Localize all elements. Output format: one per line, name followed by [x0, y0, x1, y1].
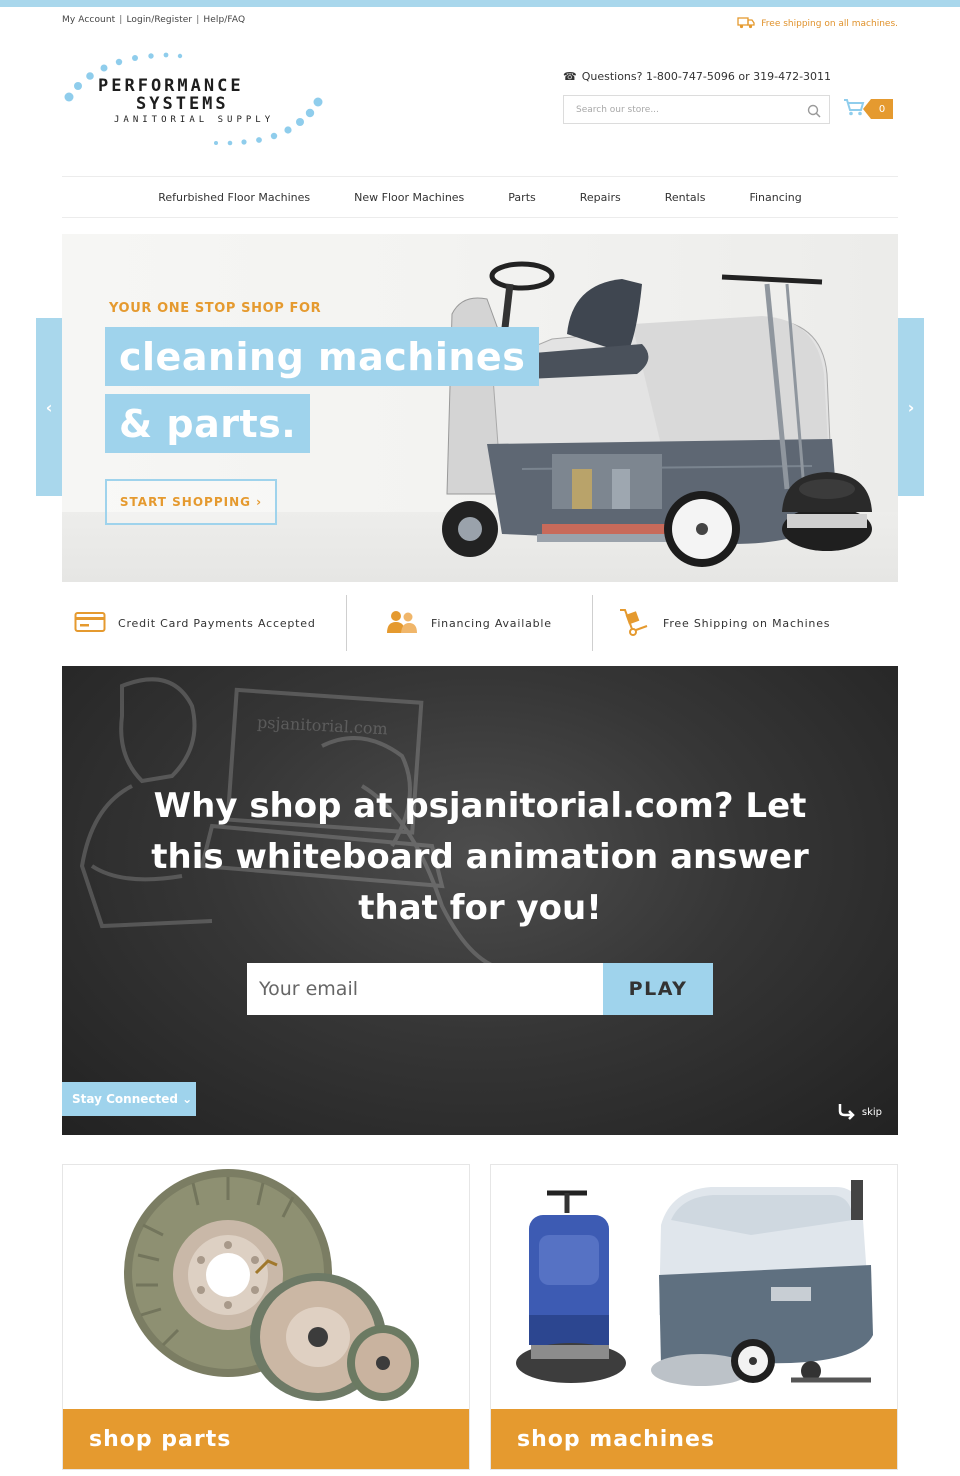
skip-button[interactable]: skip — [836, 1102, 882, 1123]
feature-credit-card: Credit Card Payments Accepted — [62, 595, 346, 651]
features-row: Credit Card Payments Accepted Financing … — [62, 594, 898, 652]
shop-parts-card[interactable]: shop parts — [62, 1164, 470, 1470]
logo-text-performance: PERFORMANCE — [98, 76, 244, 96]
hand-truck-icon — [617, 607, 651, 640]
nav-parts[interactable]: Parts — [486, 191, 557, 204]
whiteboard-video-player[interactable]: psjanitorial.com Why shop at psjanitoria… — [62, 666, 898, 1135]
credit-card-icon — [74, 611, 106, 636]
feature-credit-card-label: Credit Card Payments Accepted — [118, 616, 316, 630]
nav-rentals[interactable]: Rentals — [643, 191, 728, 204]
hero-eyebrow: YOUR ONE STOP SHOP FOR — [109, 301, 322, 316]
site-logo[interactable]: PERFORMANCE SYSTEMS JANITORIAL SUPPLY — [60, 50, 325, 150]
search-input[interactable] — [564, 96, 794, 123]
my-account-link[interactable]: My Account — [62, 15, 115, 25]
phone-icon: ☎ — [563, 70, 577, 83]
hero-headline-line2: & parts. — [105, 394, 311, 453]
contact-phone-text: Questions? 1-800-747-5096 or 319-472-301… — [581, 70, 832, 83]
nav-financing[interactable]: Financing — [727, 191, 823, 204]
logo-text-systems: SYSTEMS — [136, 94, 229, 114]
search-icon[interactable] — [807, 103, 821, 118]
cart[interactable]: 0 — [843, 98, 893, 120]
help-faq-link[interactable]: Help/FAQ — [203, 15, 245, 25]
start-shopping-button[interactable]: START SHOPPING › — [105, 479, 277, 525]
video-email-form: PLAY — [247, 963, 713, 1015]
ride-on-scrubber-image — [442, 261, 872, 567]
skip-label: skip — [861, 1107, 882, 1118]
people-icon — [385, 610, 419, 637]
nav-refurbished-floor-machines[interactable]: Refurbished Floor Machines — [136, 191, 332, 204]
truck-icon — [737, 16, 755, 32]
hero-next-arrow[interactable]: › — [898, 318, 924, 496]
feature-financing: Financing Available — [347, 595, 592, 651]
feature-financing-label: Financing Available — [431, 616, 552, 630]
shop-machines-label[interactable]: shop machines — [491, 1409, 897, 1469]
feature-free-shipping-label: Free Shipping on Machines — [663, 616, 831, 630]
utility-links: My Account | Login/Register | Help/FAQ — [62, 15, 245, 25]
email-field[interactable] — [247, 963, 603, 1015]
login-register-link[interactable]: Login/Register — [126, 15, 192, 25]
hero-banner: YOUR ONE STOP SHOP FOR cleaning machines… — [62, 234, 898, 582]
top-accent-strip — [0, 0, 960, 7]
cart-count-badge: 0 — [863, 99, 893, 119]
hero-headline-line1-text: cleaning machines — [119, 334, 526, 379]
main-nav: Refurbished Floor Machines New Floor Mac… — [62, 176, 898, 218]
shop-parts-label[interactable]: shop parts — [63, 1409, 469, 1469]
contact-phone: ☎ Questions? 1-800-747-5096 or 319-472-3… — [563, 70, 831, 83]
play-button[interactable]: PLAY — [603, 963, 713, 1015]
skip-arrow-icon — [836, 1102, 856, 1123]
search-bar — [563, 95, 830, 124]
util-separator: | — [119, 15, 123, 25]
shop-machines-card[interactable]: shop machines — [490, 1164, 898, 1470]
cart-icon[interactable] — [843, 98, 865, 120]
free-shipping-notice: Free shipping on all machines. — [737, 16, 898, 32]
hero-headline-line1: cleaning machines — [105, 327, 540, 386]
video-headline: Why shop at psjanitorial.com? Let this w… — [151, 786, 809, 928]
free-shipping-text: Free shipping on all machines. — [761, 19, 898, 29]
parts-wheels-image — [124, 1169, 419, 1401]
stay-connected-button[interactable]: Stay Connected ⌄ — [62, 1082, 196, 1116]
util-separator: | — [196, 15, 200, 25]
nav-new-floor-machines[interactable]: New Floor Machines — [332, 191, 486, 204]
hero-headline-line2-text: & parts. — [119, 401, 297, 446]
nav-repairs[interactable]: Repairs — [558, 191, 643, 204]
svg-text:psjanitorial.com: psjanitorial.com — [257, 713, 389, 739]
floor-scrubbers-image — [516, 1180, 873, 1386]
feature-free-shipping: Free Shipping on Machines — [593, 595, 893, 651]
logo-text-janitorial-supply: JANITORIAL SUPPLY — [114, 115, 275, 125]
hero-prev-arrow[interactable]: ‹ — [36, 318, 62, 496]
